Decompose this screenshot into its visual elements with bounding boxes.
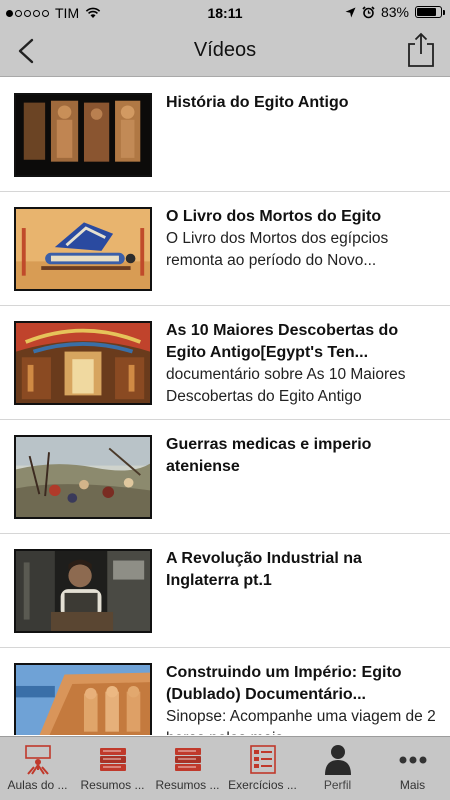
location-arrow-icon (345, 7, 356, 17)
video-thumbnail (14, 435, 152, 519)
alarm-icon (362, 5, 375, 18)
video-texts: As 10 Maiores Descobertas do Egito Antig… (166, 320, 438, 408)
books-icon (175, 748, 201, 771)
more-icon (399, 756, 427, 764)
video-description: documentário sobre As 10 Maiores Descobe… (166, 366, 406, 405)
video-row[interactable]: Construindo um Império: Egito (Dublado) … (0, 648, 450, 735)
tab-label: Mais (399, 778, 426, 792)
video-row[interactable]: Guerras medicas e imperio ateniense (0, 420, 450, 534)
video-thumbnail (14, 549, 152, 633)
video-texts: Construindo um Império: Egito (Dublado) … (166, 662, 438, 735)
nav-bar: Vídeos (0, 26, 450, 76)
video-title: Construindo um Império: Egito (Dublado) … (166, 664, 402, 703)
video-description: O Livro dos Mortos dos egípcios remonta … (166, 230, 389, 269)
video-row[interactable]: A Revolução Industrial na Inglaterra pt.… (0, 534, 450, 648)
video-title: As 10 Maiores Descobertas do Egito Antig… (166, 322, 399, 361)
person-icon (325, 745, 351, 775)
header: TIM 18:11 83% Vídeos (0, 0, 450, 77)
class-icon (25, 745, 51, 775)
video-title: Guerras medicas e imperio ateniense (166, 436, 372, 475)
video-row[interactable]: O Livro dos Mortos do Egito O Livro dos … (0, 192, 450, 306)
status-right: 83% (345, 4, 445, 20)
video-row[interactable]: As 10 Maiores Descobertas do Egito Antig… (0, 306, 450, 420)
video-texts: Guerras medicas e imperio ateniense (166, 434, 438, 478)
video-title: A Revolução Industrial na Inglaterra pt.… (166, 550, 362, 589)
battery-percent: 83% (380, 4, 409, 20)
video-thumbnail (14, 207, 152, 291)
tab-resumos-1[interactable]: Resumos ... (75, 737, 150, 800)
tab-label: Resumos ... (80, 778, 145, 792)
video-list: História do Egito Antigo O Livro dos Mor… (0, 78, 450, 735)
video-thumbnail (14, 321, 152, 405)
tab-resumos-2[interactable]: Resumos ... (150, 737, 225, 800)
tab-perfil[interactable]: Perfil (300, 737, 375, 800)
video-thumbnail (14, 663, 152, 735)
tab-label: Perfil (323, 778, 352, 792)
tab-label: Aulas do ... (7, 778, 68, 792)
video-thumbnail (14, 93, 152, 177)
tab-label: Resumos ... (155, 778, 220, 792)
page-title: Vídeos (193, 39, 257, 61)
video-row[interactable]: História do Egito Antigo (0, 78, 450, 192)
video-description: Sinopse: Acompanhe uma viagem de 2 horas… (166, 708, 436, 735)
tab-exercicios[interactable]: Exercícios ... (225, 737, 300, 800)
tab-bar: Aulas do ... Resumos ... Resumos ... Exe… (0, 736, 450, 800)
screen: TIM 18:11 83% Vídeos História do Egito A… (0, 0, 450, 800)
share-button[interactable] (406, 32, 436, 68)
tab-mais[interactable]: Mais (375, 737, 450, 800)
status-bar: TIM 18:11 83% (0, 0, 450, 26)
video-title: O Livro dos Mortos do Egito (166, 208, 382, 225)
battery-icon (415, 6, 445, 18)
tab-label: Exercícios ... (228, 778, 297, 792)
video-title: História do Egito Antigo (166, 94, 349, 111)
tab-aulas[interactable]: Aulas do ... (0, 737, 75, 800)
video-texts: A Revolução Industrial na Inglaterra pt.… (166, 548, 438, 592)
video-texts: O Livro dos Mortos do Egito O Livro dos … (166, 206, 438, 272)
books-icon (100, 748, 126, 771)
checklist-icon (250, 745, 276, 774)
video-texts: História do Egito Antigo (166, 92, 438, 114)
